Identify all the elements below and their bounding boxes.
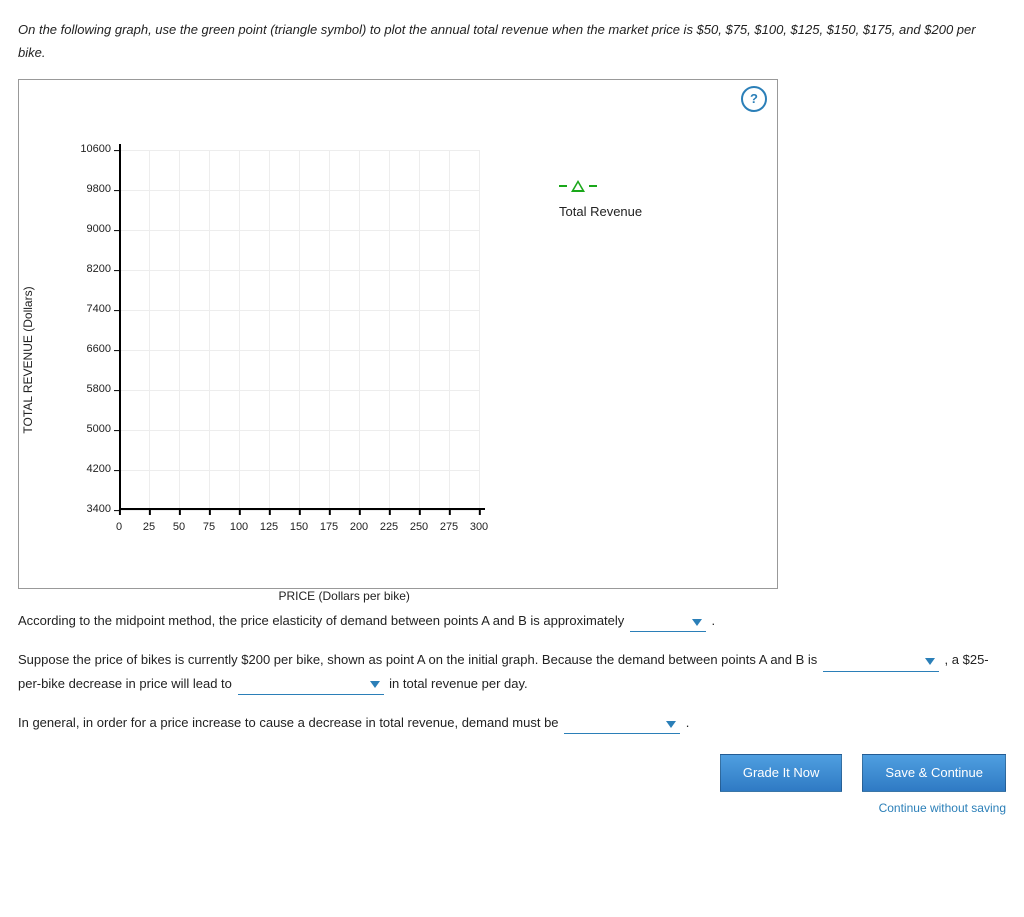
x-tick: 150 (290, 510, 308, 538)
grid-line (119, 270, 479, 271)
grid-line (209, 150, 210, 510)
x-tick: 0 (116, 510, 122, 538)
x-tick: 300 (470, 510, 488, 538)
grid-line (119, 470, 479, 471)
grid-line (119, 310, 479, 311)
x-tick: 75 (203, 510, 215, 538)
revenue-change-dropdown[interactable] (238, 676, 384, 695)
x-tick: 175 (320, 510, 338, 538)
chevron-down-icon (370, 681, 380, 688)
chevron-down-icon (925, 658, 935, 665)
chart[interactable]: TOTAL REVENUE (Dollars) 3400420050005800… (59, 150, 519, 570)
grid-line (239, 150, 240, 510)
grid-line (329, 150, 330, 510)
continue-without-saving-link[interactable]: Continue without saving (18, 798, 1006, 820)
grade-button[interactable]: Grade It Now (720, 754, 843, 791)
grid-line (149, 150, 150, 510)
y-tick: 7400 (87, 300, 119, 320)
grid-line (119, 150, 479, 151)
chevron-down-icon (666, 721, 676, 728)
y-tick: 9800 (87, 180, 119, 200)
grid-line (389, 150, 390, 510)
y-tick: 9000 (87, 220, 119, 240)
x-tick: 250 (410, 510, 428, 538)
grid-line (179, 150, 180, 510)
y-tick: 5000 (87, 420, 119, 440)
grid-line (119, 430, 479, 431)
x-tick: 275 (440, 510, 458, 538)
grid-line (269, 150, 270, 510)
graph-instructions: On the following graph, use the green po… (18, 18, 1006, 65)
elasticity-dropdown[interactable] (630, 613, 706, 632)
plot-area[interactable]: 3400420050005800660074008200900098001060… (119, 150, 479, 510)
grid-line (359, 150, 360, 510)
triangle-icon[interactable] (571, 180, 585, 192)
y-tick: 8200 (87, 260, 119, 280)
y-tick: 4200 (87, 460, 119, 480)
chevron-down-icon (692, 619, 702, 626)
x-tick: 200 (350, 510, 368, 538)
x-tick: 225 (380, 510, 398, 538)
q1-text: According to the midpoint method, the pr… (18, 613, 624, 628)
save-continue-button[interactable]: Save & Continue (862, 754, 1006, 791)
grid-line (449, 150, 450, 510)
legend-dash-right (589, 185, 597, 187)
graph-panel: ? TOTAL REVENUE (Dollars) 34004200500058… (18, 79, 778, 589)
x-tick: 100 (230, 510, 248, 538)
q3-text: In general, in order for a price increas… (18, 715, 559, 730)
q2-text-1: Suppose the price of bikes is currently … (18, 652, 817, 667)
grid-line (119, 390, 479, 391)
q2-text-3: in total revenue per day. (389, 676, 528, 691)
x-tick: 125 (260, 510, 278, 538)
y-tick: 5800 (87, 380, 119, 400)
help-button[interactable]: ? (741, 86, 767, 112)
x-axis-label: PRICE (Dollars per bike) (279, 586, 410, 608)
grid-line (479, 150, 480, 510)
q3-suffix: . (686, 715, 690, 730)
grid-line (119, 230, 479, 231)
legend-dash-left (559, 185, 567, 187)
chart-legend[interactable]: Total Revenue (559, 180, 642, 223)
q1-suffix: . (712, 613, 716, 628)
grid-line (119, 190, 479, 191)
x-tick: 50 (173, 510, 185, 538)
demand-type-dropdown[interactable] (823, 653, 939, 672)
grid-line (119, 350, 479, 351)
x-tick: 25 (143, 510, 155, 538)
footer-buttons: Grade It Now Save & Continue (18, 754, 1006, 791)
y-axis (119, 144, 121, 510)
legend-label: Total Revenue (559, 200, 642, 223)
question-3: In general, in order for a price increas… (18, 711, 1006, 734)
grid-line (419, 150, 420, 510)
grid-line (299, 150, 300, 510)
y-tick: 10600 (80, 140, 119, 160)
y-tick: 3400 (87, 500, 119, 520)
y-axis-label: TOTAL REVENUE (Dollars) (18, 286, 40, 433)
y-tick: 6600 (87, 340, 119, 360)
demand-condition-dropdown[interactable] (564, 715, 680, 734)
question-2: Suppose the price of bikes is currently … (18, 648, 1006, 695)
question-1: According to the midpoint method, the pr… (18, 609, 1006, 632)
